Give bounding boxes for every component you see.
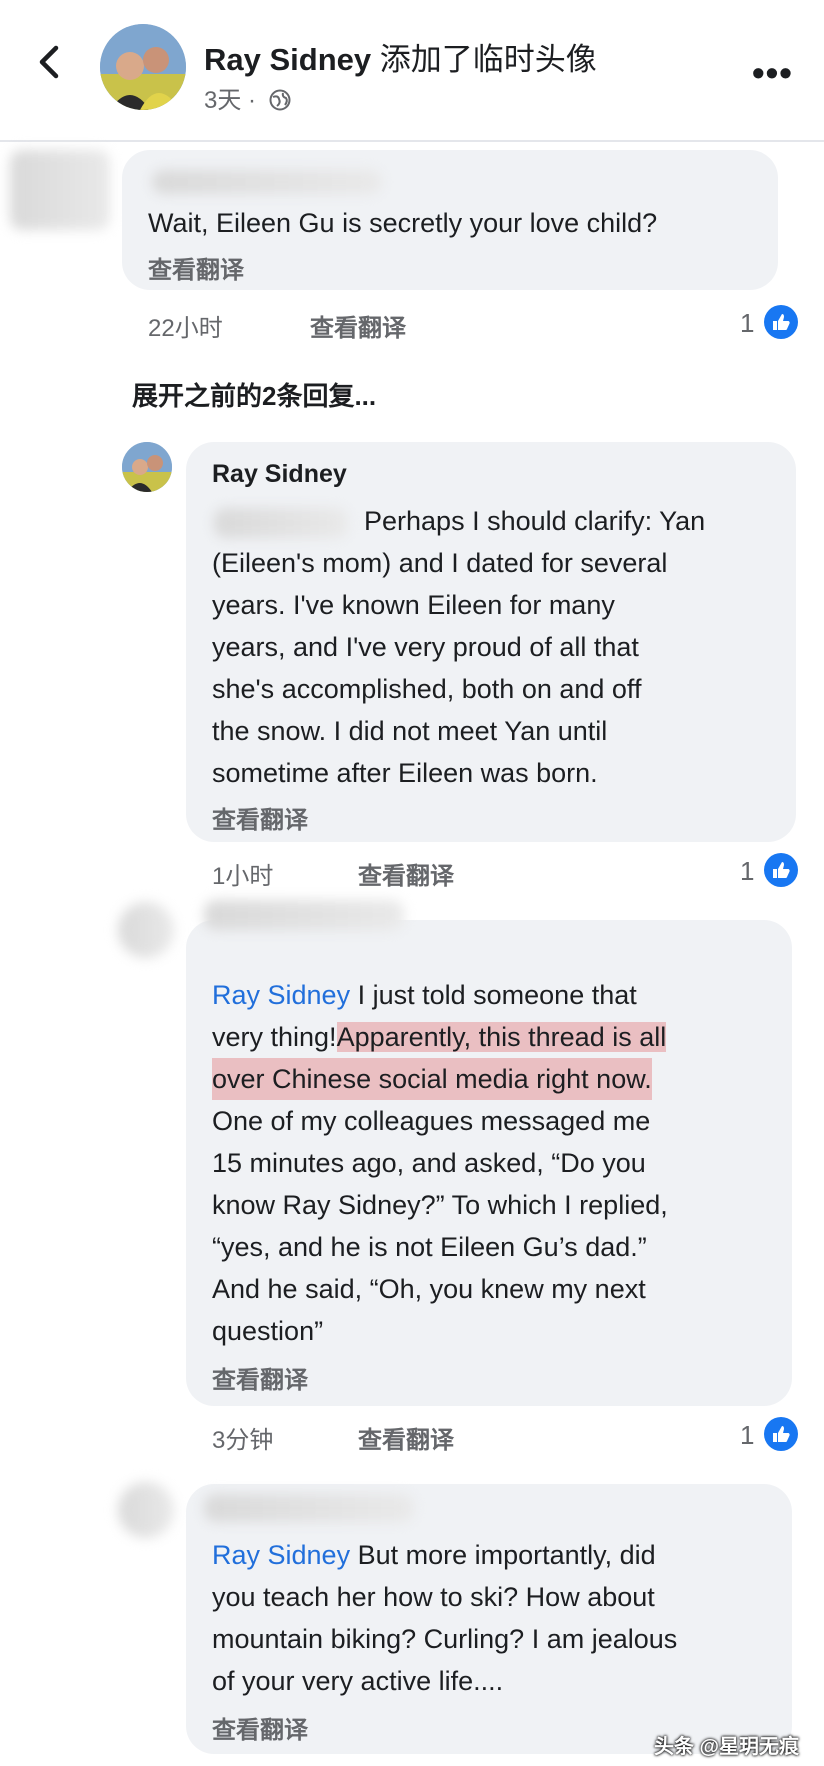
reply-line: Ray Sidney I just told someone that <box>212 980 637 1010</box>
user-mention[interactable]: Ray Sidney <box>212 980 350 1010</box>
reply-bubble: Ray Sidney But more importantly, did you… <box>186 1484 792 1754</box>
like-count: 1 <box>740 856 755 886</box>
reply-line: years. I've known Eileen for many <box>212 590 615 620</box>
see-translation-link[interactable]: 查看翻译 <box>212 800 308 835</box>
see-translation-action[interactable]: 查看翻译 <box>358 1420 454 1455</box>
reply-author[interactable]: Ray Sidney <box>212 460 347 489</box>
see-translation-link[interactable]: 查看翻译 <box>212 1710 308 1745</box>
reply-line: the snow. I did not meet Yan until <box>212 716 608 746</box>
expand-previous-replies[interactable]: 展开之前的2条回复... <box>132 376 376 413</box>
reply-line: Perhaps I should clarify: Yan <box>364 506 706 536</box>
like-thumb-icon[interactable] <box>764 305 798 339</box>
reply-line: mountain biking? Curling? I am jealous <box>212 1624 678 1654</box>
commenter-avatar-blurred <box>10 150 110 230</box>
reply-line: And he said, “Oh, you knew my next <box>212 1274 646 1304</box>
reply-bubble: Ray Sidney I just told someone that very… <box>186 900 792 1406</box>
reply-time: 1小时 <box>212 863 274 890</box>
reply-author-blurred <box>204 1494 414 1522</box>
reply-avatar-blurred <box>118 1482 174 1538</box>
source-watermark: 头条 @星玥无痕 <box>654 1736 800 1758</box>
post-meta: 3天 · <box>204 80 291 115</box>
like-thumb-icon[interactable] <box>764 1417 798 1451</box>
reply-line: of your very active life.... <box>212 1666 504 1696</box>
meta-separator: · <box>248 87 257 114</box>
reply-line: question” <box>212 1316 324 1346</box>
see-translation-link[interactable]: 查看翻译 <box>212 1360 308 1395</box>
post-header-title: Ray Sidney 添加了临时头像 <box>204 34 597 79</box>
reply-line: you teach her how to ski? How about <box>212 1582 655 1612</box>
mention-blurred <box>214 508 348 538</box>
comment-time: 22小时 <box>148 315 223 342</box>
like-count: 1 <box>740 308 755 338</box>
back-arrow-icon[interactable] <box>30 42 70 82</box>
reply-bubble: Ray Sidney Perhaps I should clarify: Yan… <box>186 442 796 842</box>
reply-line: years, and I've very proud of all that <box>212 632 639 662</box>
reply-line: sometime after Eileen was born. <box>212 758 598 788</box>
see-translation-link[interactable]: 查看翻译 <box>148 250 244 285</box>
more-options-icon[interactable]: ••• <box>752 52 793 94</box>
comment-bubble: Wait, Eileen Gu is secretly your love ch… <box>122 150 778 290</box>
user-mention[interactable]: Ray Sidney <box>212 1540 350 1570</box>
reply-line: know Ray Sidney?” To which I replied, <box>212 1190 668 1220</box>
reply-line: Ray Sidney But more importantly, did <box>212 1540 656 1570</box>
commenter-name-blurred <box>152 170 382 194</box>
highlighted-text: Apparently, this thread is all <box>336 1022 667 1052</box>
reply-avatar-blurred <box>118 902 174 958</box>
reply-line: (Eileen's mom) and I dated for several <box>212 548 668 578</box>
reply-time: 3分钟 <box>212 1427 274 1454</box>
reply-line: One of my colleagues messaged me <box>212 1106 651 1136</box>
see-translation-action[interactable]: 查看翻译 <box>310 308 406 343</box>
like-count: 1 <box>740 1420 755 1450</box>
poster-name[interactable]: Ray Sidney <box>204 42 371 77</box>
reply-line: 15 minutes ago, and asked, “Do you <box>212 1148 646 1178</box>
post-time[interactable]: 3天 <box>204 87 241 114</box>
post-action: 添加了临时头像 <box>379 42 597 77</box>
highlighted-text: over Chinese social media right now. <box>212 1058 652 1100</box>
reply-line: very thing!Apparently, this thread is al… <box>212 1022 667 1052</box>
comment-text: Wait, Eileen Gu is secretly your love ch… <box>148 208 658 238</box>
see-translation-action[interactable]: 查看翻译 <box>358 856 454 891</box>
header-divider <box>0 140 824 142</box>
reply-author-blurred <box>204 900 404 930</box>
reply-line: she's accomplished, both on and off <box>212 674 642 704</box>
reply-avatar[interactable] <box>122 442 172 492</box>
reply-line: “yes, and he is not Eileen Gu’s dad.” <box>212 1232 647 1262</box>
globe-icon <box>269 89 291 111</box>
like-thumb-icon[interactable] <box>764 853 798 887</box>
profile-avatar[interactable] <box>100 24 186 110</box>
